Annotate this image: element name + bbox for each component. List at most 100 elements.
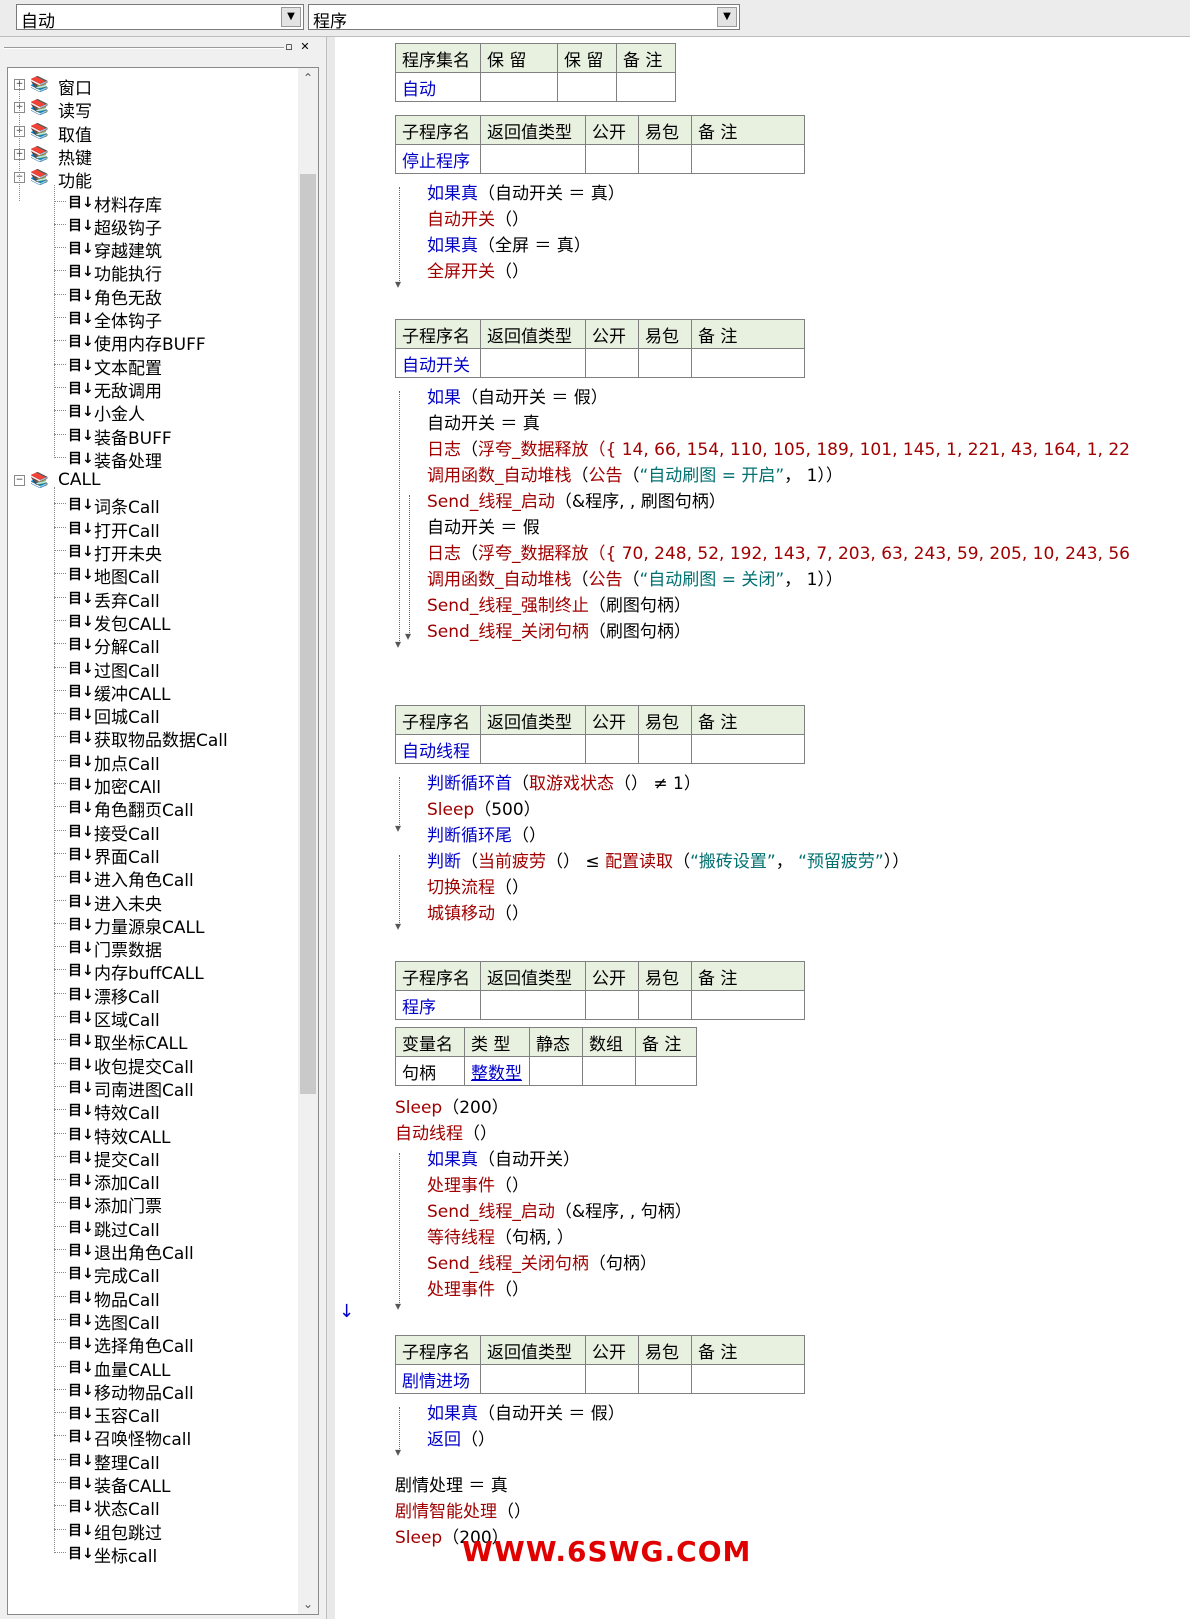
subroutine-icon: 目↓: [68, 1103, 94, 1120]
tree-scrollbar[interactable]: ⌃ ⌄: [298, 68, 318, 1614]
scroll-up-icon[interactable]: ⌃: [298, 68, 318, 88]
tree-connector: [54, 922, 66, 924]
subroutine-icon: 目↓: [68, 427, 94, 444]
code-line[interactable]: 判断（当前疲劳（） ≤ 配置读取（“搬砖设置”， “预留疲劳”））: [427, 847, 909, 872]
code-line[interactable]: 切换流程（）: [427, 873, 529, 898]
variable-name[interactable]: 句柄: [395, 1056, 465, 1086]
code-token: （）: [495, 262, 529, 282]
subroutine-name[interactable]: 剧情进场: [395, 1364, 481, 1394]
sub-cell: [691, 734, 805, 764]
code-token: 取游戏状态: [529, 774, 614, 794]
panel-grip[interactable]: [4, 47, 284, 49]
code-line[interactable]: 自动开关（）: [427, 205, 529, 230]
scroll-down-icon[interactable]: ⌄: [298, 1594, 318, 1614]
collapse-icon[interactable]: −: [14, 475, 25, 487]
code-line[interactable]: 剧情处理 ＝ 真: [395, 1471, 508, 1496]
watermark: WWW.6SWG.COM: [462, 1535, 752, 1568]
code-line[interactable]: 日志（浮夸_数据释放（{ 14, 66, 154, 110, 105, 189,…: [427, 435, 1130, 460]
code-line[interactable]: 自动开关 ＝ 假: [427, 513, 540, 538]
flow-arrow-icon: ▾: [395, 277, 402, 291]
tree-connector: [54, 1505, 66, 1507]
subroutine-select[interactable]: 程序 ▼: [308, 4, 740, 32]
code-token: （） ≤: [546, 852, 606, 872]
code-line[interactable]: Send_线程_关闭句柄（句柄）: [427, 1249, 657, 1274]
tree-connector: [54, 806, 66, 808]
code-line[interactable]: Sleep（200）: [395, 1093, 509, 1118]
subroutine-icon: 目↓: [68, 1336, 94, 1353]
code-line[interactable]: 如果真（全屏 ＝ 真）: [427, 231, 591, 256]
code-line[interactable]: Send_线程_关闭句柄（刷图句柄）: [427, 617, 691, 642]
subroutine-icon: 目↓: [68, 613, 94, 630]
code-line[interactable]: 调用函数_自动堆栈（公告（“自动刷图 = 开启”， 1））: [427, 461, 843, 486]
chevron-down-icon[interactable]: ▼: [717, 7, 737, 27]
tree-connector: [54, 666, 66, 668]
code-line[interactable]: Send_线程_启动（&程序, , 刷图句柄）: [427, 487, 726, 512]
subroutine-name[interactable]: 自动线程: [395, 734, 481, 764]
code-line[interactable]: 自动线程（）: [395, 1119, 497, 1144]
subroutine-icon: 目↓: [68, 683, 94, 700]
restore-icon[interactable]: ▫: [282, 40, 296, 54]
assembly-name[interactable]: 自动: [395, 72, 481, 102]
subroutine-icon: 目↓: [68, 916, 94, 933]
tree-item-label: 取坐标CALL: [94, 1034, 188, 1055]
code-token: 自动开关 ＝ 真: [427, 414, 540, 434]
code-token: （500）: [474, 800, 541, 820]
code-line[interactable]: 城镇移动（）: [427, 899, 529, 924]
subroutine-icon: 目↓: [68, 1429, 94, 1446]
subroutine-name[interactable]: 自动开关: [395, 348, 481, 378]
code-line[interactable]: 等待线程（句柄, ）: [427, 1223, 574, 1248]
tree-item-label: 角色无敌: [94, 288, 162, 309]
tree-item-label: 获取物品数据Call: [94, 731, 228, 752]
code-line[interactable]: 日志（浮夸_数据释放（{ 70, 248, 52, 192, 143, 7, 2…: [427, 539, 1130, 564]
tree-item-label: 使用内存BUFF: [94, 335, 206, 356]
tree-item-label: 全体钩子: [94, 312, 162, 332]
sub-cell: [585, 734, 639, 764]
subroutine-icon: 目↓: [68, 497, 94, 514]
assembly-select[interactable]: 自动 ▼: [16, 4, 304, 32]
code-line[interactable]: Send_线程_启动（&程序, , 句柄）: [427, 1197, 692, 1222]
variable-type[interactable]: 整数型: [464, 1056, 530, 1086]
code-line[interactable]: 剧情智能处理（）: [395, 1497, 531, 1522]
code-line[interactable]: 返回（）: [427, 1425, 495, 1450]
code-token: Send_线程_启动: [427, 492, 555, 512]
code-line[interactable]: Sleep（500）: [427, 795, 541, 820]
code-line[interactable]: Send_线程_强制终止（刷图句柄）: [427, 591, 691, 616]
subroutine-icon: 目↓: [68, 1359, 94, 1376]
code-line[interactable]: 如果（自动开关 ＝ 假）: [427, 383, 608, 408]
code-line[interactable]: 处理事件（）: [427, 1275, 529, 1300]
code-token: （: [673, 852, 691, 872]
tree-connector: [54, 643, 66, 645]
subroutine-icon: 目↓: [68, 660, 94, 677]
scroll-thumb[interactable]: [300, 174, 316, 1094]
tree-connector: [54, 1528, 66, 1530]
tree-item-label: 整理Call: [94, 1453, 160, 1474]
code-token: 配置读取: [605, 852, 674, 872]
code-editor[interactable]: 程序集名 保 留 保 留 备 注 自动 子程序名 返回值类型 公开 易包备 注停止程序…: [335, 37, 1190, 1619]
subroutine-icon: 目↓: [68, 1312, 94, 1329]
code-line[interactable]: 判断循环首（取游戏状态（） ≠ 1）: [427, 769, 701, 794]
code-line[interactable]: 调用函数_自动堆栈（公告（“自动刷图 = 关闭”， 1））: [427, 565, 843, 590]
var-cell: [582, 1056, 636, 1086]
sub-cell: [585, 990, 639, 1020]
close-icon[interactable]: ✕: [298, 40, 312, 54]
subroutine-name[interactable]: 程序: [395, 990, 481, 1020]
subroutine-name[interactable]: 停止程序: [395, 144, 481, 174]
subroutine-icon: 目↓: [68, 590, 94, 607]
chevron-down-icon[interactable]: ▼: [281, 7, 301, 27]
code-token: 返回: [427, 1430, 461, 1450]
code-token: （刷图句柄）: [588, 622, 691, 642]
program-tree[interactable]: ⌃ ⌄ + 📚 窗口 + 📚 读写 + 📚 取值 + 📚 热键 − 📚 功能 目↓ 材料存库 目↓ 超级钩子 目↓ 穿越…: [7, 67, 319, 1615]
tree-item-label: 特效Call: [94, 1104, 160, 1125]
flow-arrow-icon: ▾: [395, 637, 402, 651]
code-line[interactable]: 自动开关 ＝ 真: [427, 409, 540, 434]
code-line[interactable]: 判断循环尾（）: [427, 821, 546, 846]
code-token: “搬砖设置”: [690, 852, 776, 872]
code-line[interactable]: 如果真（自动开关 ＝ 真）: [427, 179, 625, 204]
code-line[interactable]: 如果真（自动开关 ＝ 假）: [427, 1399, 625, 1424]
tree-item-label: 进入角色Call: [94, 871, 194, 892]
code-line[interactable]: 全屏开关（）: [427, 257, 529, 282]
sub-header-cell: 公开: [585, 319, 639, 349]
code-line[interactable]: 处理事件（）: [427, 1171, 529, 1196]
sub-cell: [480, 1364, 586, 1394]
code-line[interactable]: 如果真（自动开关）: [427, 1145, 580, 1170]
